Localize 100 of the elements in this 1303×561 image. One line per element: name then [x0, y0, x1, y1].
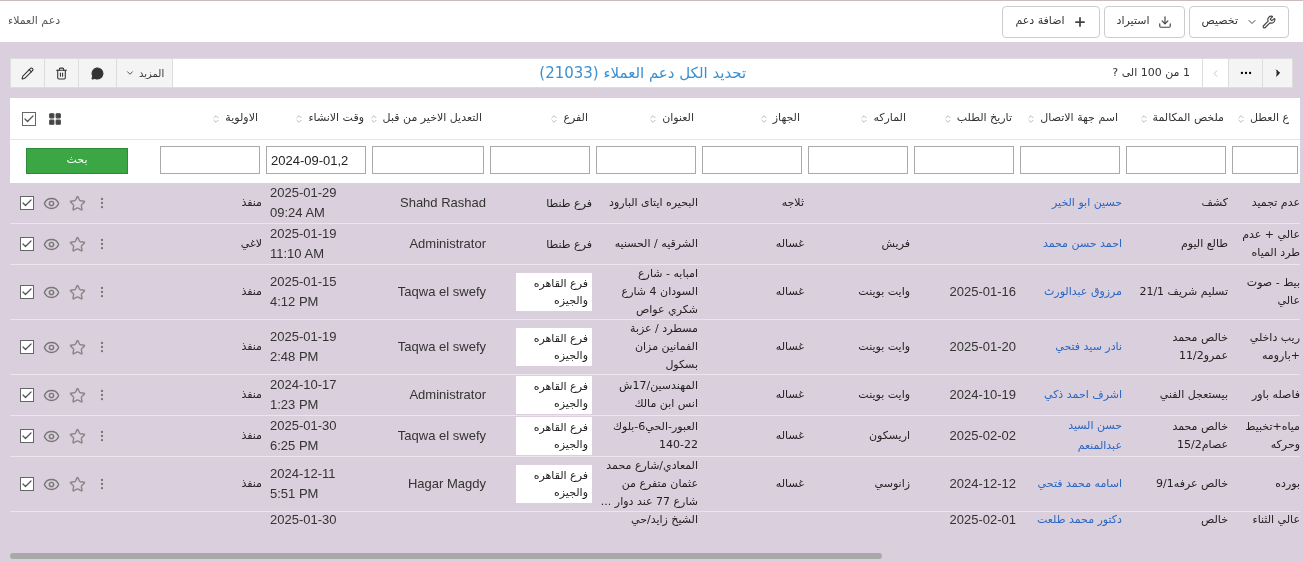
column-header[interactable]: ع العطل: [1250, 110, 1290, 127]
table-cell-text: 2025-01-30: [270, 512, 338, 527]
checkbox[interactable]: [20, 237, 34, 251]
column-header[interactable]: الاولوية: [225, 110, 258, 127]
table-cell-text: وايت بوينت: [858, 387, 910, 403]
table-cell-text: منفذ: [241, 476, 262, 492]
table-cell-text: غساله: [775, 284, 804, 300]
sort-icon[interactable]: [758, 113, 769, 124]
column-header[interactable]: ملخص المكالمة: [1152, 110, 1224, 127]
checkbox[interactable]: [20, 285, 34, 299]
sort-icon[interactable]: [368, 113, 379, 124]
delete-button[interactable]: [45, 59, 79, 87]
table-cell-text: منفذ: [241, 195, 262, 211]
checkbox[interactable]: [20, 388, 34, 402]
more-dropdown[interactable]: المزيد: [117, 59, 174, 87]
contact-link[interactable]: اسامه محمد فتحي: [1037, 474, 1122, 494]
table-cell-text: العبور-الحي6-بلوك 22-140: [611, 419, 698, 453]
sort-icon[interactable]: [294, 113, 305, 124]
contact-link[interactable]: مرزوق عبدالورث: [1043, 282, 1122, 302]
star-icon[interactable]: [69, 475, 86, 493]
sort-icon[interactable]: [1026, 113, 1037, 124]
filter-field[interactable]: [808, 146, 908, 174]
column-header[interactable]: الفرع: [563, 110, 588, 127]
filter-field[interactable]: [1232, 146, 1298, 174]
filter-field[interactable]: [1020, 146, 1120, 174]
filter-field[interactable]: [490, 146, 590, 174]
checkbox[interactable]: [20, 340, 34, 354]
contact-link[interactable]: نادر سيد فتحي: [1055, 337, 1122, 357]
table-cell-text: المهندسين/17ش انس ابن مالك: [618, 378, 698, 412]
star-icon[interactable]: [69, 338, 86, 356]
table-cell-text: Shahd Rashad: [400, 194, 486, 212]
next-page-button[interactable]: [1262, 59, 1292, 87]
trash-icon: [55, 66, 68, 80]
table-cell-text: منفذ: [241, 284, 262, 300]
table-cell-text: غساله: [775, 339, 804, 355]
branch-label: فرع القاهره والجيزه: [516, 376, 592, 414]
checkbox[interactable]: [20, 477, 34, 491]
column-header[interactable]: تاريخ الطلب: [956, 110, 1012, 127]
filter-field[interactable]: [372, 146, 484, 174]
contact-link[interactable]: حسين ابو الخير: [1052, 193, 1122, 213]
toolbar-button[interactable]: اضافة دعم: [1002, 5, 1100, 38]
table-cell-text: اريسكون: [868, 428, 910, 444]
sort-icon[interactable]: [1236, 113, 1246, 124]
star-icon[interactable]: [69, 386, 86, 404]
toolbar-button[interactable]: تخصيص: [1188, 5, 1289, 38]
checkbox[interactable]: [20, 196, 34, 210]
pencil-icon: [21, 66, 34, 80]
filter-field[interactable]: [1126, 146, 1226, 174]
sort-icon[interactable]: [942, 113, 953, 124]
column-header[interactable]: الجهاز: [772, 110, 800, 127]
table-cell-text: 2025-01-30 6:25 PM: [270, 417, 338, 455]
filter-field[interactable]: [596, 146, 696, 174]
contact-link[interactable]: حسن السيد عبدالمنعم: [1024, 416, 1122, 456]
column-header[interactable]: اسم جهة الاتصال: [1040, 110, 1118, 127]
contact-link[interactable]: دكتور محمد طلعت: [1036, 512, 1122, 527]
table-cell-text: منفذ: [241, 387, 262, 403]
table-cell-text: بيستعجل الفني: [1159, 387, 1228, 403]
more-options-button[interactable]: [1228, 59, 1262, 87]
contact-link[interactable]: اشرف احمد ذكي: [1043, 385, 1122, 405]
table-cell-text: غساله: [775, 236, 804, 252]
horizontal-scrollbar[interactable]: [10, 553, 882, 559]
star-icon[interactable]: [69, 235, 86, 253]
star-icon[interactable]: [69, 427, 86, 445]
contact-link[interactable]: احمد حسن محمد: [1042, 234, 1122, 254]
column-header[interactable]: الماركه: [873, 110, 906, 127]
branch-label: فرع القاهره والجيزه: [516, 417, 592, 455]
table-cell-text: 2025-01-15 4:12 PM: [270, 273, 338, 311]
table-cell-text: طالع اليوم: [1180, 236, 1228, 252]
sort-icon[interactable]: [859, 113, 870, 124]
star-icon[interactable]: [69, 283, 86, 301]
table-cell: خالص: [1201, 512, 1228, 527]
column-header[interactable]: العنوان: [662, 110, 694, 127]
checkbox[interactable]: [20, 429, 34, 443]
select-all-link[interactable]: تحديد الكل دعم العملاء (21033): [539, 61, 747, 85]
download-icon: [1157, 14, 1172, 29]
table-cell-text: 2025-01-19 2:48 PM: [270, 328, 338, 366]
edit-button[interactable]: [11, 59, 45, 87]
table-cell-text: ثلاجه: [781, 195, 804, 211]
filter-field[interactable]: 2024-09-01,2: [266, 146, 366, 174]
comment-button[interactable]: [79, 59, 117, 87]
star-icon[interactable]: [69, 194, 86, 212]
sort-icon[interactable]: [1138, 113, 1149, 124]
column-header[interactable]: التعديل الاخير من قبل: [382, 110, 482, 127]
table-cell-text: خالص محمد عمرو11/2: [1171, 330, 1228, 364]
branch-label: فرع طنطا: [546, 195, 592, 212]
filter-field[interactable]: [914, 146, 1014, 174]
table-cell-text: عدم تجميد: [1251, 195, 1300, 211]
filter-field[interactable]: [160, 146, 260, 174]
sort-icon[interactable]: [211, 113, 222, 124]
table-cell-text: 2025-01-20: [949, 338, 1016, 356]
column-header[interactable]: وقت الانشاء: [308, 110, 364, 127]
grid-view-icon[interactable]: [48, 111, 62, 126]
sort-icon[interactable]: [549, 113, 560, 124]
sort-icon[interactable]: [648, 113, 659, 124]
table-cell-text: 2024-10-17 1:23 PM: [270, 376, 338, 414]
table-cell-text: Administrator: [409, 235, 486, 253]
table-cell-text: لاغي: [240, 236, 262, 252]
checkbox[interactable]: [22, 111, 36, 126]
filter-field[interactable]: [702, 146, 802, 174]
toolbar-button[interactable]: استيراد: [1103, 5, 1185, 38]
